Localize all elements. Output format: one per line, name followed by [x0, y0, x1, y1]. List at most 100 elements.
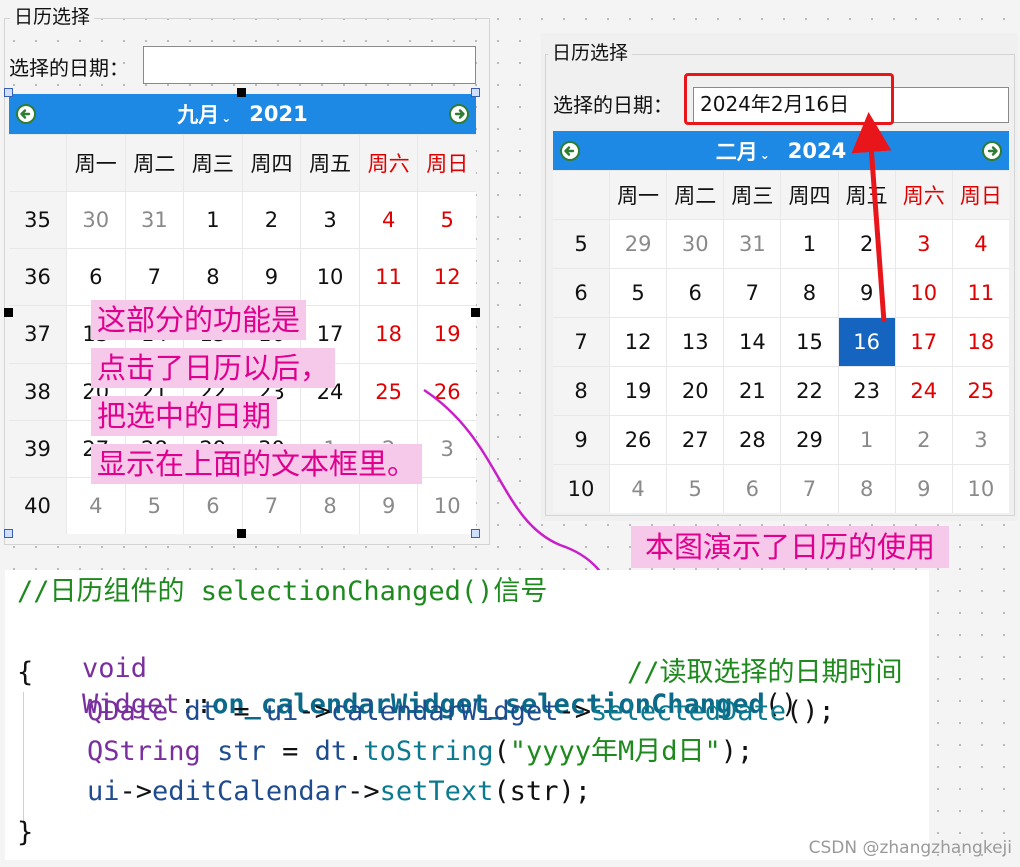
right-calendar[interactable]: 二月 ⌄ 2024 周一 周二 周三 周四 周五 周六 周日 5 29 30 31 1 2 3 4 6 5 6 7 8… [553, 131, 1009, 513]
left-calendar-day-cell[interactable]: 25 [359, 363, 418, 420]
left-calendar-day-cell[interactable]: 10 [301, 249, 359, 306]
resize-handle[interactable] [471, 529, 480, 538]
left-calendar-day-cell[interactable]: 30 [67, 192, 125, 249]
input-highlight-box [684, 73, 894, 125]
right-calendar-day-cell[interactable]: 20 [667, 367, 724, 415]
right-calendar-day-cell[interactable]: 19 [610, 367, 667, 415]
right-calendar-day-cell[interactable]: 24 [895, 367, 952, 415]
right-calendar-day-cell[interactable]: 29 [610, 220, 667, 268]
left-calendar-day-cell[interactable]: 5 [418, 192, 476, 249]
right-calendar-day-cell[interactable]: 1 [781, 220, 838, 268]
right-calendar-week-number: 6 [553, 269, 609, 317]
right-calendar-day-cell[interactable]: 5 [667, 465, 724, 513]
right-calendar-day-cell[interactable]: 9 [895, 465, 952, 513]
right-calendar-day-cell[interactable]: 13 [667, 318, 724, 366]
left-calendar-day-cell[interactable]: 8 [184, 249, 242, 306]
right-calendar-day-cell[interactable]: 12 [610, 318, 667, 366]
left-calendar-week-number: 36 [9, 249, 66, 306]
left-calendar-day-cell[interactable]: 7 [125, 249, 184, 306]
left-calendar-day-cell[interactable]: 12 [418, 249, 476, 306]
right-calendar-day-cell[interactable]: 2 [895, 416, 952, 464]
left-calendar-day-cell[interactable]: 10 [418, 477, 476, 534]
left-calendar-day-cell[interactable]: 18 [359, 306, 418, 363]
right-calendar-day-cell[interactable]: 2 [838, 220, 895, 268]
resize-handle[interactable] [4, 88, 13, 97]
month-dropdown-icon[interactable]: ⌄ [760, 148, 770, 162]
left-calendar-day-cell[interactable]: 9 [242, 249, 301, 306]
code-var-str: str [217, 736, 266, 767]
code-arrow-op: -> [558, 696, 591, 727]
right-calendar-day-cell[interactable]: 21 [724, 367, 781, 415]
left-date-label: 选择的日期： [9, 56, 129, 80]
left-calendar-corner [9, 135, 66, 191]
code-type-qdate: QDate [87, 696, 169, 727]
right-calendar-day-cell[interactable]: 10 [952, 465, 1009, 513]
code-method-selecteddate: selectedDate [590, 696, 787, 727]
right-calendar-day-cell[interactable]: 27 [667, 416, 724, 464]
left-calendar-day-cell[interactable]: 19 [418, 306, 476, 363]
left-calendar-day-cell[interactable]: 4 [359, 192, 418, 249]
right-calendar-day-cell[interactable]: 22 [781, 367, 838, 415]
right-calendar-day-cell[interactable]: 30 [667, 220, 724, 268]
right-calendar-day-cell[interactable]: 16 [838, 318, 895, 366]
right-calendar-day-cell[interactable]: 9 [838, 269, 895, 317]
right-calendar-day-cell[interactable]: 23 [838, 367, 895, 415]
right-calendar-day-cell[interactable]: 28 [724, 416, 781, 464]
left-calendar-day-cell[interactable]: 4 [67, 477, 125, 534]
right-calendar-day-cell[interactable]: 4 [610, 465, 667, 513]
left-calendar-day-cell[interactable]: 5 [125, 477, 184, 534]
code-var-dt-ref: dt [314, 736, 348, 767]
left-calendar-day-cell[interactable]: 31 [125, 192, 184, 249]
right-calendar-day-cell[interactable]: 15 [781, 318, 838, 366]
right-calendar-day-cell[interactable]: 26 [610, 416, 667, 464]
right-calendar-day-cell[interactable]: 11 [952, 269, 1009, 317]
resize-handle[interactable] [237, 529, 246, 538]
right-calendar-day-cell[interactable]: 6 [724, 465, 781, 513]
left-calendar-day-cell[interactable]: 1 [184, 192, 242, 249]
prev-month-arrow-icon[interactable] [560, 140, 580, 161]
left-calendar-day-cell[interactable]: 3 [301, 192, 359, 249]
left-calendar-day-cell[interactable]: 3 [418, 420, 476, 477]
resize-handle[interactable] [4, 529, 13, 538]
left-year-label[interactable]: 2021 [249, 102, 307, 126]
next-month-arrow-icon[interactable] [449, 104, 469, 124]
right-calendar-grid: 周一 周二 周三 周四 周五 周六 周日 5 29 30 31 1 2 3 4 6 5 6 7 8 9 10 11 7 12 13… [553, 170, 1009, 513]
month-dropdown-icon[interactable]: ⌄ [221, 111, 231, 125]
left-calendar-day-cell[interactable]: 8 [301, 477, 359, 534]
right-calendar-day-cell[interactable]: 31 [724, 220, 781, 268]
left-month-label[interactable]: 九月 [177, 99, 219, 129]
right-calendar-day-cell[interactable]: 6 [667, 269, 724, 317]
right-year-label[interactable]: 2024 [788, 139, 846, 163]
resize-handle[interactable] [4, 308, 13, 317]
right-calendar-day-cell[interactable]: 7 [724, 269, 781, 317]
right-calendar-day-cell[interactable]: 4 [952, 220, 1009, 268]
left-calendar-day-cell[interactable]: 6 [184, 477, 242, 534]
right-calendar-day-cell[interactable]: 14 [724, 318, 781, 366]
right-calendar-day-cell[interactable]: 18 [952, 318, 1009, 366]
left-calendar-day-cell[interactable]: 7 [242, 477, 301, 534]
right-calendar-day-cell[interactable]: 1 [838, 416, 895, 464]
resize-handle[interactable] [237, 88, 246, 97]
left-calendar-day-cell[interactable]: 26 [418, 363, 476, 420]
right-calendar-day-cell[interactable]: 3 [952, 416, 1009, 464]
left-date-input[interactable] [143, 46, 476, 84]
left-calendar-day-cell[interactable]: 2 [242, 192, 301, 249]
code-brace-close: } [17, 817, 34, 848]
right-calendar-day-cell[interactable]: 7 [781, 465, 838, 513]
right-calendar-day-cell[interactable]: 8 [781, 269, 838, 317]
right-calendar-day-cell[interactable]: 10 [895, 269, 952, 317]
right-calendar-day-cell[interactable]: 8 [838, 465, 895, 513]
right-calendar-day-cell[interactable]: 25 [952, 367, 1009, 415]
next-month-arrow-icon[interactable] [982, 140, 1002, 161]
right-calendar-day-cell[interactable]: 29 [781, 416, 838, 464]
right-calendar-day-cell[interactable]: 5 [610, 269, 667, 317]
right-calendar-day-cell[interactable]: 17 [895, 318, 952, 366]
prev-month-arrow-icon[interactable] [16, 104, 36, 124]
left-calendar-day-cell[interactable]: 11 [359, 249, 418, 306]
right-calendar-day-cell[interactable]: 3 [895, 220, 952, 268]
resize-handle[interactable] [471, 308, 480, 317]
resize-handle[interactable] [471, 88, 480, 97]
right-month-label[interactable]: 二月 [716, 136, 758, 166]
left-calendar-day-cell[interactable]: 9 [359, 477, 418, 534]
left-calendar-day-cell[interactable]: 6 [67, 249, 125, 306]
